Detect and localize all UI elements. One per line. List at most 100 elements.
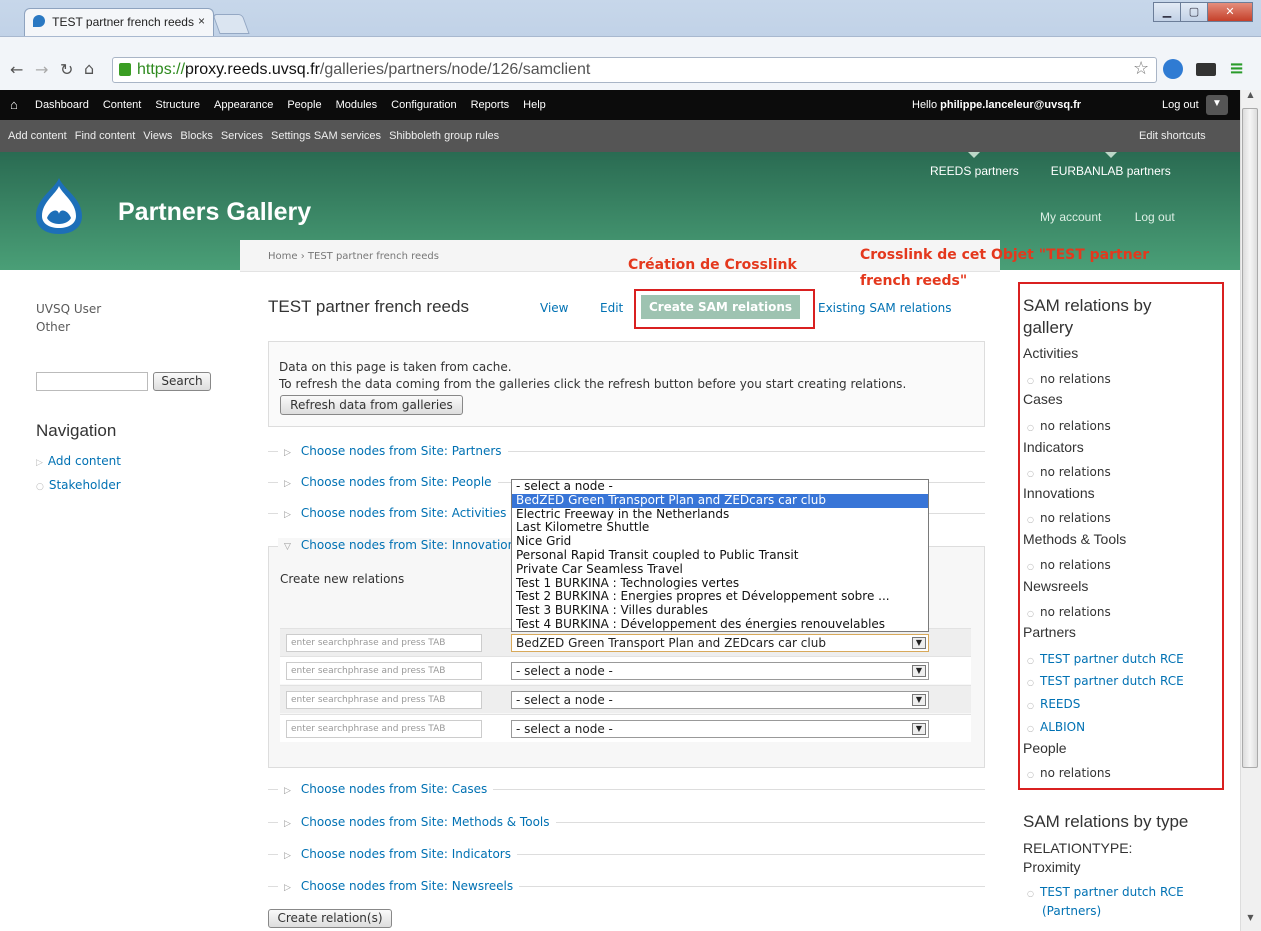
my-account-link[interactable]: My account	[1040, 210, 1101, 224]
bookmark-star-icon[interactable]: ☆	[1133, 58, 1149, 79]
admin-menu-item[interactable]: Help	[523, 99, 546, 111]
search-input[interactable]	[36, 372, 148, 391]
admin-menu-item[interactable]: Configuration	[391, 99, 456, 111]
shortcut-item[interactable]: Find content	[75, 130, 136, 142]
refresh-data-button[interactable]: Refresh data from galleries	[280, 395, 463, 415]
fieldset-legend[interactable]: ▽ Choose nodes from Site: Innovations	[278, 538, 528, 552]
chevron-down-icon[interactable]: ▼	[912, 665, 926, 677]
edit-shortcuts-link[interactable]: Edit shortcuts	[1139, 130, 1206, 142]
fieldset-indicators[interactable]: ▷ Choose nodes from Site: Indicators	[268, 847, 985, 861]
home-icon[interactable]: ⌂	[10, 97, 18, 112]
fieldset-newsreels[interactable]: ▷ Choose nodes from Site: Newsreels	[268, 879, 985, 893]
dropdown-option[interactable]: Private Car Seamless Travel	[512, 563, 928, 577]
dropdown-option[interactable]: - select a node -	[512, 480, 928, 494]
secondary-nav-item[interactable]: REEDS partners	[930, 152, 1019, 178]
fieldset-label[interactable]: Choose nodes from Site: Methods & Tools	[301, 815, 550, 829]
scroll-up-icon[interactable]: ▲	[1240, 90, 1261, 106]
chevron-down-icon[interactable]: ▼	[912, 723, 926, 735]
tab-close-icon[interactable]: ×	[198, 14, 205, 28]
secondary-nav-item[interactable]: EURBANLAB partners	[1051, 152, 1171, 178]
user-logout-link[interactable]: Log out	[1135, 210, 1175, 224]
relation-link[interactable]: ○ ALBION	[1027, 720, 1085, 734]
search-phrase-input[interactable]: enter searchphrase and press TAB	[286, 634, 482, 652]
relation-link-label[interactable]: ALBION	[1040, 720, 1085, 734]
fieldset-legend[interactable]: ▷ Choose nodes from Site: People	[278, 475, 498, 489]
hello-username[interactable]: philippe.lanceleur@uvsq.fr	[940, 99, 1081, 111]
browser-tab[interactable]: TEST partner french reeds ×	[24, 8, 214, 36]
fieldset-label[interactable]: Choose nodes from Site: Indicators	[301, 847, 511, 861]
fieldset-label[interactable]: Choose nodes from Site: Newsreels	[301, 879, 513, 893]
fieldset-label[interactable]: Choose nodes from Site: People	[301, 475, 492, 489]
drupal-logo-icon[interactable]	[34, 176, 84, 236]
dropdown-option[interactable]: Test 4 BURKINA : Développement des énerg…	[512, 618, 928, 632]
search-phrase-input[interactable]: enter searchphrase and press TAB	[286, 720, 482, 738]
admin-logout-link[interactable]: Log out	[1162, 99, 1199, 111]
nav-link-add-content[interactable]: ▷ Add content	[36, 454, 121, 468]
fieldset-legend[interactable]: ▷ Choose nodes from Site: Methods & Tools	[278, 815, 556, 829]
admin-menu-item[interactable]: People	[287, 99, 321, 111]
new-tab-button[interactable]	[212, 14, 250, 34]
tab-edit[interactable]: Edit	[600, 301, 623, 315]
fieldset-cases[interactable]: ▷ Choose nodes from Site: Cases	[268, 782, 985, 796]
dropdown-option[interactable]: Nice Grid	[512, 535, 928, 549]
dropdown-option[interactable]: Last Kilometre Shuttle	[512, 521, 928, 535]
admin-menu-item[interactable]: Appearance	[214, 99, 273, 111]
nav-link-label[interactable]: Add content	[48, 454, 121, 468]
home-icon[interactable]: ⌂	[84, 59, 94, 78]
fieldset-methods[interactable]: ▷ Choose nodes from Site: Methods & Tools	[268, 815, 985, 829]
menu-icon[interactable]: ≡	[1229, 58, 1244, 79]
admin-menu-item[interactable]: Content	[103, 99, 142, 111]
fieldset-legend[interactable]: ▷ Choose nodes from Site: Cases	[278, 782, 494, 796]
breadcrumb[interactable]: Home › TEST partner french reeds	[268, 251, 439, 262]
dropdown-option[interactable]: Test 2 BURKINA : Energies propres et Dév…	[512, 590, 928, 604]
fieldset-legend[interactable]: ▷ Choose nodes from Site: Activities	[278, 506, 513, 520]
node-select[interactable]: - select a node - ▼	[511, 720, 929, 738]
shortcut-item[interactable]: Views	[143, 130, 172, 142]
node-select[interactable]: BedZED Green Transport Plan and ZEDcars …	[511, 634, 929, 652]
chevron-down-icon[interactable]: ▼	[912, 637, 926, 649]
dropdown-option[interactable]: Personal Rapid Transit coupled to Public…	[512, 549, 928, 563]
scroll-down-icon[interactable]: ▼	[1240, 913, 1261, 929]
nav-link-label[interactable]: Stakeholder	[49, 478, 121, 492]
relation-link-label[interactable]: TEST partner dutch RCE	[1040, 674, 1184, 688]
relation-link-label[interactable]: REEDS	[1040, 697, 1080, 711]
fieldset-legend[interactable]: ▷ Choose nodes from Site: Newsreels	[278, 879, 520, 893]
dropdown-option[interactable]: Test 1 BURKINA : Technologies vertes	[512, 577, 928, 591]
fieldset-legend[interactable]: ▷ Choose nodes from Site: Partners	[278, 444, 508, 458]
shortcut-item[interactable]: Settings SAM services	[271, 130, 381, 142]
fieldset-label[interactable]: Choose nodes from Site: Activities	[301, 506, 507, 520]
relation-link[interactable]: ○ REEDS	[1027, 697, 1080, 711]
cast-icon[interactable]	[1196, 63, 1216, 76]
nav-link-stakeholder[interactable]: ○ Stakeholder	[36, 478, 121, 492]
search-button[interactable]: Search	[153, 372, 211, 391]
back-arrow-icon[interactable]: ←	[10, 60, 23, 79]
dropdown-option[interactable]: Electric Freeway in the Netherlands	[512, 508, 928, 522]
node-select-dropdown[interactable]: - select a node - BedZED Green Transport…	[511, 479, 929, 632]
admin-menu-item[interactable]: Structure	[155, 99, 200, 111]
dropdown-option-selected[interactable]: BedZED Green Transport Plan and ZEDcars …	[512, 493, 928, 508]
fieldset-label[interactable]: Choose nodes from Site: Cases	[301, 782, 487, 796]
admin-menu-item[interactable]: Modules	[336, 99, 378, 111]
admin-menu-item[interactable]: Dashboard	[35, 99, 89, 111]
relation-link-gallery[interactable]: (Partners)	[1042, 904, 1101, 918]
create-relations-button[interactable]: Create relation(s)	[268, 909, 392, 928]
admin-menu-item[interactable]: Reports	[471, 99, 510, 111]
fieldset-legend[interactable]: ▷ Choose nodes from Site: Indicators	[278, 847, 517, 861]
relation-link[interactable]: ○ TEST partner dutch RCE	[1027, 885, 1184, 899]
node-select[interactable]: - select a node - ▼	[511, 691, 929, 709]
maximize-icon[interactable]: ▢	[1180, 2, 1208, 22]
chevron-down-icon[interactable]: ▼	[912, 694, 926, 706]
relation-link-label[interactable]: TEST partner dutch RCE	[1040, 652, 1184, 666]
shortcut-item[interactable]: Blocks	[180, 130, 212, 142]
search-phrase-input[interactable]: enter searchphrase and press TAB	[286, 662, 482, 680]
fieldset-label[interactable]: Choose nodes from Site: Partners	[301, 444, 502, 458]
forward-arrow-icon[interactable]: →	[35, 60, 48, 79]
fieldset-label[interactable]: Choose nodes from Site: Innovations	[301, 538, 522, 552]
dropdown-option[interactable]: Test 3 BURKINA : Villes durables	[512, 604, 928, 618]
minimize-icon[interactable]: ▁	[1153, 2, 1181, 22]
shortcut-item[interactable]: Add content	[8, 130, 67, 142]
window-close-icon[interactable]: ✕	[1207, 2, 1253, 22]
tab-existing-sam-relations[interactable]: Existing SAM relations	[818, 301, 952, 315]
url-bar[interactable]: https://proxy.reeds.uvsq.fr/galleries/pa…	[112, 57, 1157, 83]
relation-link[interactable]: ○ TEST partner dutch RCE	[1027, 674, 1184, 688]
